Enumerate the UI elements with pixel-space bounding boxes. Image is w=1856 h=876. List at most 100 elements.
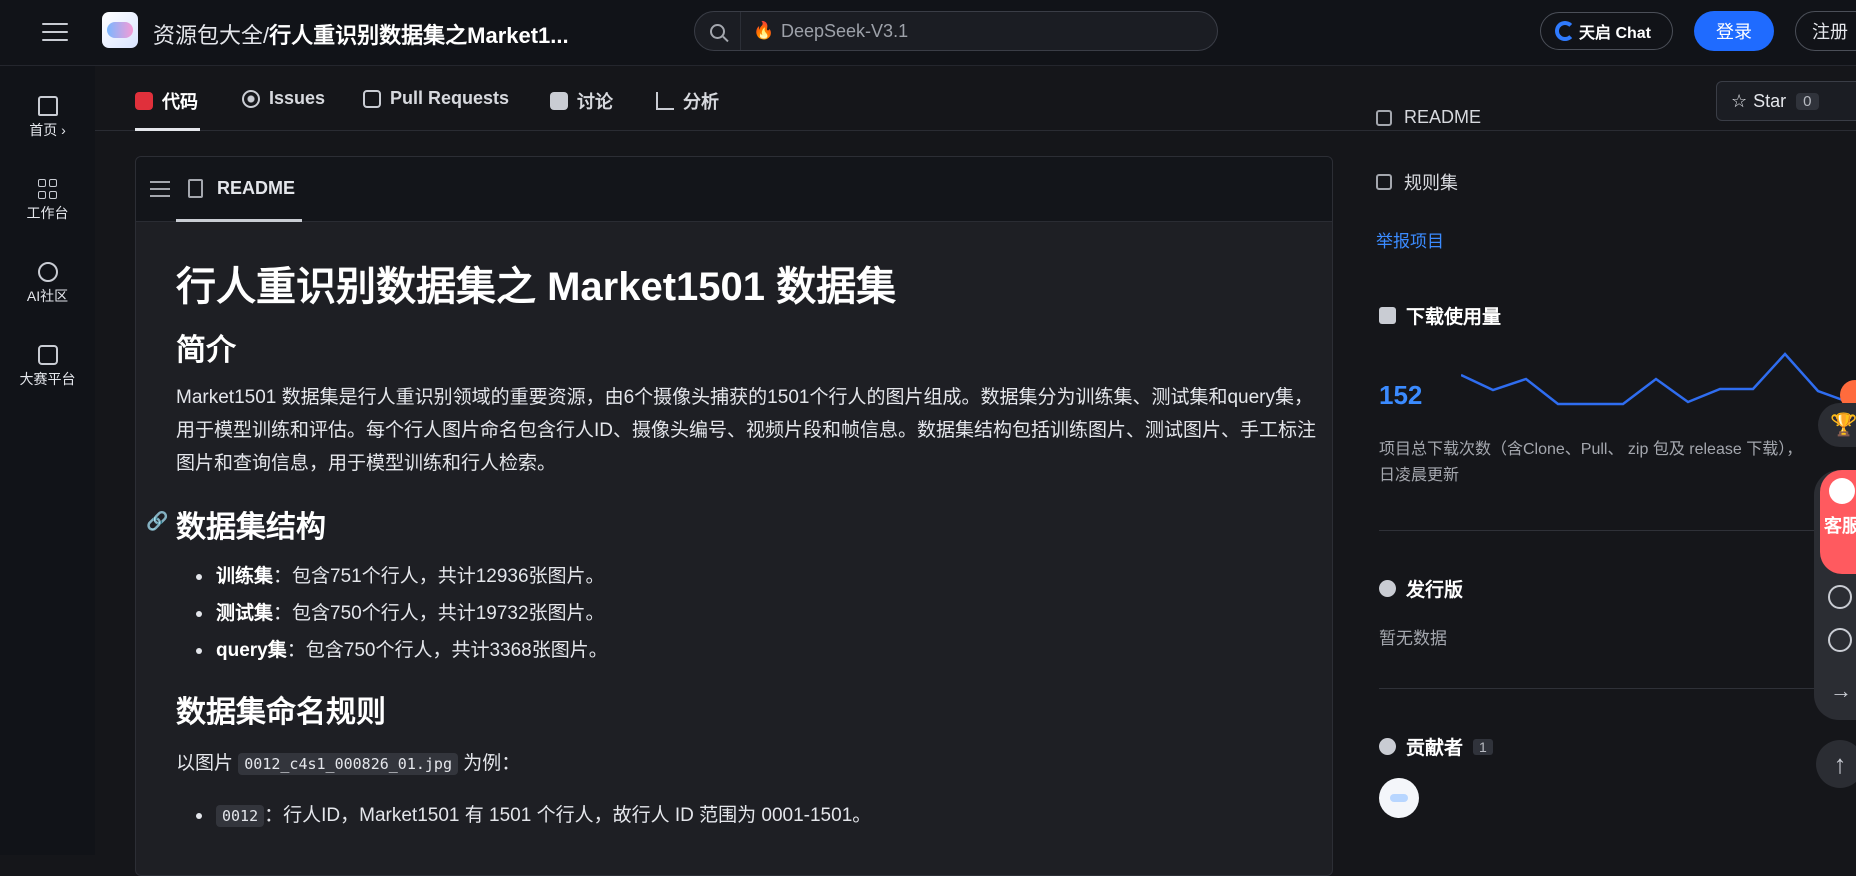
home-icon (37, 96, 58, 116)
search-box[interactable]: 🔥 DeepSeek-V3.1 (694, 11, 1218, 51)
tab-discussion[interactable]: 讨论 (550, 88, 613, 114)
rail-item-label: 工作台 (26, 205, 69, 221)
download-icon (1379, 307, 1396, 324)
grid-icon (38, 179, 57, 199)
tab-label: Issues (269, 88, 326, 108)
list-item: query集：包含750个行人，共计3368张图片。 (176, 632, 1316, 669)
pull-request-icon (363, 89, 381, 108)
item-name: query集 (216, 640, 287, 661)
sparkline-line (1461, 352, 1852, 406)
report-project-link[interactable]: 举报项目 (1376, 227, 1444, 252)
sidebar-rules-link[interactable]: 规则集 (1376, 169, 1458, 195)
people-icon (1379, 738, 1396, 755)
back-to-top-icon[interactable]: ↑ (1816, 740, 1856, 788)
readme-content: 行人重识别数据集之 Market1501 数据集 简介 Market1501 数… (146, 267, 1317, 835)
tianqi-chat-button[interactable]: 天启 Chat (1540, 12, 1673, 50)
assistant-icon[interactable] (1828, 585, 1852, 609)
rail-item-label: AI社区 (26, 288, 69, 304)
trophy-icon[interactable]: 🏆 (1818, 403, 1856, 447)
download-description-line: 日凌晨更新 (1379, 467, 1460, 484)
rail-item-home[interactable]: 首页 › (0, 96, 95, 140)
readme-header: README (136, 157, 1332, 222)
document-icon (188, 179, 203, 198)
inline-code: 0012 (216, 805, 265, 827)
login-button[interactable]: 登录 (1694, 11, 1774, 51)
list-item: 测试集：包含750个行人，共计19732张图片。 (176, 595, 1316, 632)
chart-icon (656, 92, 674, 110)
active-tab-indicator (135, 128, 200, 131)
breadcrumb-current[interactable]: 行人重识别数据集之Market1... (269, 23, 569, 48)
rail-item-label: 首页 › (29, 122, 66, 138)
tab-code[interactable]: 代码 (135, 88, 198, 114)
trophy-board-icon (37, 345, 58, 365)
item-desc: ：包含750个行人，共计3368张图片。 (286, 640, 608, 661)
list-item: 训练集：包含751个行人，共计12936张图片。 (176, 558, 1316, 595)
tab-issues[interactable]: Issues (242, 88, 325, 109)
info-icon (1379, 580, 1396, 597)
tab-analysis[interactable]: 分析 (656, 88, 719, 114)
example-prefix: 以图片 (176, 753, 239, 774)
search-icon (710, 23, 725, 39)
tab-label: 讨论 (577, 92, 613, 112)
item-name: 训练集 (216, 566, 274, 587)
sidebar-readme-link[interactable]: README (1376, 107, 1481, 128)
anchor-link-icon[interactable]: 🔗 (146, 511, 168, 532)
item-name: 测试集 (216, 603, 274, 624)
download-description-line: 项目总下载次数（含Clone、Pull、 zip 包及 release 下载）， (1379, 441, 1803, 458)
section-title-text: 贡献者 (1406, 738, 1464, 759)
item-desc: ：包含751个行人，共计12936张图片。 (273, 566, 605, 587)
tab-label: 代码 (162, 92, 198, 112)
toc-menu-icon[interactable] (150, 181, 170, 202)
rail-item-ai-community[interactable]: AI社区 (0, 262, 95, 306)
site-logo[interactable] (102, 12, 138, 48)
breadcrumb: 资源包大全/行人重识别数据集之Market1... (153, 18, 569, 50)
breadcrumb-parent[interactable]: 资源包大全 (153, 23, 263, 48)
star-icon: ☆ (1731, 90, 1748, 111)
arrow-right-icon[interactable]: → (1830, 678, 1852, 704)
naming-heading: 数据集命名规则 (176, 696, 386, 729)
smiley-icon[interactable] (1828, 628, 1852, 652)
ruler-icon (1376, 174, 1392, 190)
star-count: 0 (1796, 92, 1819, 110)
search-input[interactable]: DeepSeek-V3.1 (781, 21, 908, 42)
rail-item-label: 大赛平台 (19, 371, 76, 387)
rail-item-workbench[interactable]: 工作台 (0, 179, 95, 223)
section-title-text: 下载使用量 (1406, 307, 1502, 328)
intro-heading: 简介 (176, 334, 236, 367)
releases-empty-text: 暂无数据 (1379, 629, 1447, 648)
rail-item-competition[interactable]: 大赛平台 (0, 345, 95, 389)
structure-heading: 🔗 数据集结构 (146, 502, 1316, 546)
tab-pull-requests[interactable]: Pull Requests (363, 88, 509, 109)
naming-example: 以图片 0012_c4s1_000826_01.jpg 为例： (176, 747, 1316, 781)
item-desc: ：包含750个行人，共计19732张图片。 (273, 603, 605, 624)
contributors-count: 1 (1473, 738, 1493, 755)
divider (1379, 530, 1856, 531)
register-button[interactable]: 注册 (1795, 11, 1856, 51)
flame-icon: 🔥 (753, 21, 775, 40)
right-sidebar: README 规则集 举报项目 下载使用量 152 项目总下载次数（含Clone… (1376, 107, 1856, 855)
search-button[interactable] (695, 12, 741, 50)
naming-list: 0012 ：行人ID，Market1501 有 1501 个行人，故行人 ID 范… (176, 797, 1316, 835)
item-desc: ：行人ID，Market1501 有 1501 个行人，故行人 ID 范围为 0… (264, 805, 872, 826)
issue-icon (242, 89, 260, 108)
readme-tab[interactable]: README (217, 178, 295, 199)
structure-heading-text: 数据集结构 (176, 511, 326, 544)
avatar[interactable] (1379, 778, 1419, 818)
section-title-text: 发行版 (1406, 580, 1464, 601)
tab-label: 分析 (683, 92, 719, 112)
ai-icon (37, 262, 58, 282)
tab-label: Pull Requests (390, 88, 510, 108)
readme-tab-indicator (176, 219, 302, 222)
left-rail: 首页 › 工作台 AI社区 大赛平台 (0, 66, 95, 855)
customer-service-icon (1829, 478, 1855, 504)
example-suffix: 为例： (458, 753, 521, 774)
download-count: 152 (1379, 380, 1423, 410)
contributors-section-title: 贡献者 1 (1379, 733, 1493, 760)
inline-code: 0012_c4s1_000826_01.jpg (238, 753, 458, 775)
hamburger-menu-icon[interactable] (42, 17, 68, 43)
list-item: 0012 ：行人ID，Market1501 有 1501 个行人，故行人 ID 范… (176, 797, 1316, 835)
document-icon (1376, 109, 1392, 126)
readme-panel: README 行人重识别数据集之 Market1501 数据集 简介 Marke… (135, 156, 1333, 876)
intro-text: Market1501 数据集是行人重识别领域的重要资源，由6个摄像头捕获的150… (176, 387, 1317, 474)
downloads-section-title: 下载使用量 (1379, 302, 1501, 329)
